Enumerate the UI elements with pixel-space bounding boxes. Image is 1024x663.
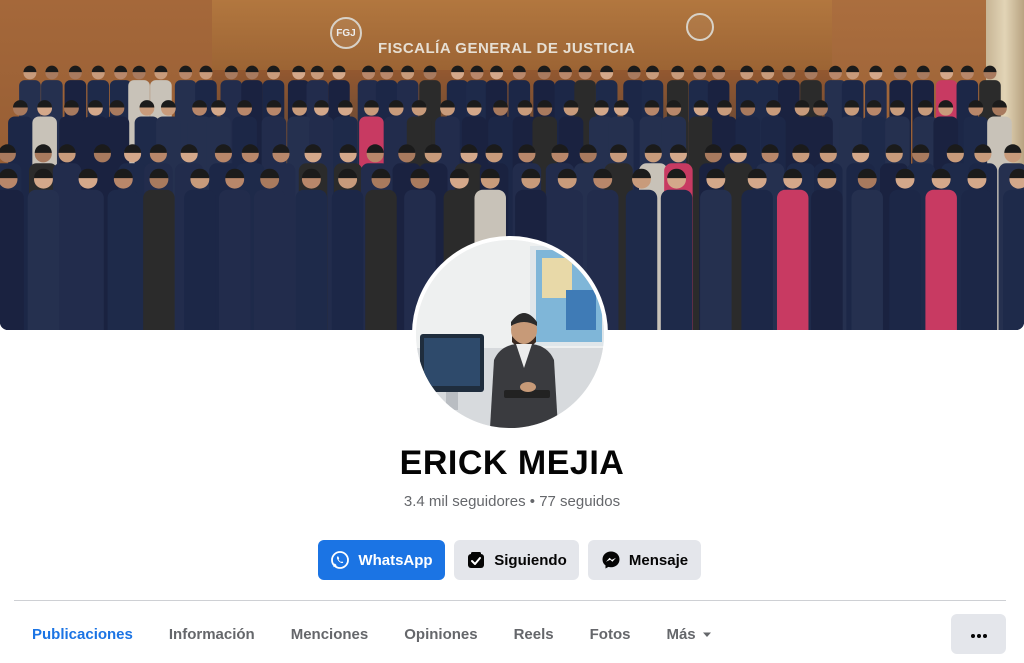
more-dots-icon bbox=[970, 625, 987, 643]
crowd-person bbox=[107, 168, 140, 330]
tab-label: Menciones bbox=[290, 625, 369, 643]
crowd-person bbox=[365, 168, 397, 330]
tab-label: Fotos bbox=[589, 625, 631, 643]
following-button-label: Siguiendo bbox=[494, 551, 567, 569]
crowd-person bbox=[253, 168, 286, 330]
whatsapp-button-label: WhatsApp bbox=[358, 551, 433, 569]
crowd-person bbox=[143, 168, 175, 330]
messenger-icon bbox=[601, 550, 621, 570]
crowd-person bbox=[0, 168, 24, 330]
profile-actions: WhatsApp Siguiendo Mensaje bbox=[318, 540, 701, 580]
crowd-person bbox=[776, 168, 809, 330]
crowd-person bbox=[889, 168, 921, 330]
caret-down-icon bbox=[702, 626, 712, 643]
crowd-person bbox=[72, 168, 104, 330]
whatsapp-button[interactable]: WhatsApp bbox=[318, 540, 445, 580]
tab-mas[interactable]: Más bbox=[648, 612, 729, 656]
crowd-person bbox=[27, 168, 60, 330]
tab-label: Más bbox=[666, 625, 696, 643]
tab-reels[interactable]: Reels bbox=[496, 612, 572, 656]
more-options-button[interactable] bbox=[951, 614, 1006, 654]
avatar-photo bbox=[416, 240, 604, 428]
crowd-person bbox=[218, 168, 251, 330]
crowd-person bbox=[700, 168, 732, 330]
tab-informacion[interactable]: Información bbox=[151, 612, 273, 656]
crowd-person bbox=[741, 168, 773, 330]
tab-opiniones[interactable]: Opiniones bbox=[386, 612, 495, 656]
crowd-person bbox=[625, 168, 658, 330]
crowd-person bbox=[295, 168, 328, 330]
tab-menciones[interactable]: Menciones bbox=[273, 612, 387, 656]
crowd-person bbox=[1003, 168, 1024, 330]
message-button-label: Mensaje bbox=[628, 551, 689, 569]
crowd-person bbox=[184, 168, 216, 330]
following-icon bbox=[466, 550, 486, 570]
tab-fotos[interactable]: Fotos bbox=[572, 612, 649, 656]
message-button[interactable]: Mensaje bbox=[588, 540, 701, 580]
crowd-person bbox=[961, 168, 993, 330]
tab-label: Opiniones bbox=[404, 625, 478, 643]
whatsapp-icon bbox=[330, 550, 350, 570]
crowd-person bbox=[851, 168, 883, 330]
following-button[interactable]: Siguiendo bbox=[454, 540, 579, 580]
crowd-person bbox=[331, 168, 364, 330]
profile-tabs: Publicaciones Información Menciones Opin… bbox=[14, 612, 730, 656]
crowd-person bbox=[811, 168, 843, 330]
profile-name: ERICK MEJIA bbox=[399, 444, 625, 482]
tab-label: Información bbox=[168, 625, 255, 643]
tab-label: Publicaciones bbox=[32, 625, 133, 643]
follower-stats[interactable]: 3.4 mil seguidores • 77 seguidos bbox=[0, 493, 1024, 510]
tab-publicaciones[interactable]: Publicaciones bbox=[14, 612, 151, 656]
crowd-person bbox=[925, 168, 957, 330]
tab-label: Reels bbox=[513, 625, 554, 643]
tabs-divider bbox=[14, 600, 1006, 601]
crowd-person bbox=[660, 168, 693, 330]
profile-avatar[interactable] bbox=[412, 236, 608, 432]
